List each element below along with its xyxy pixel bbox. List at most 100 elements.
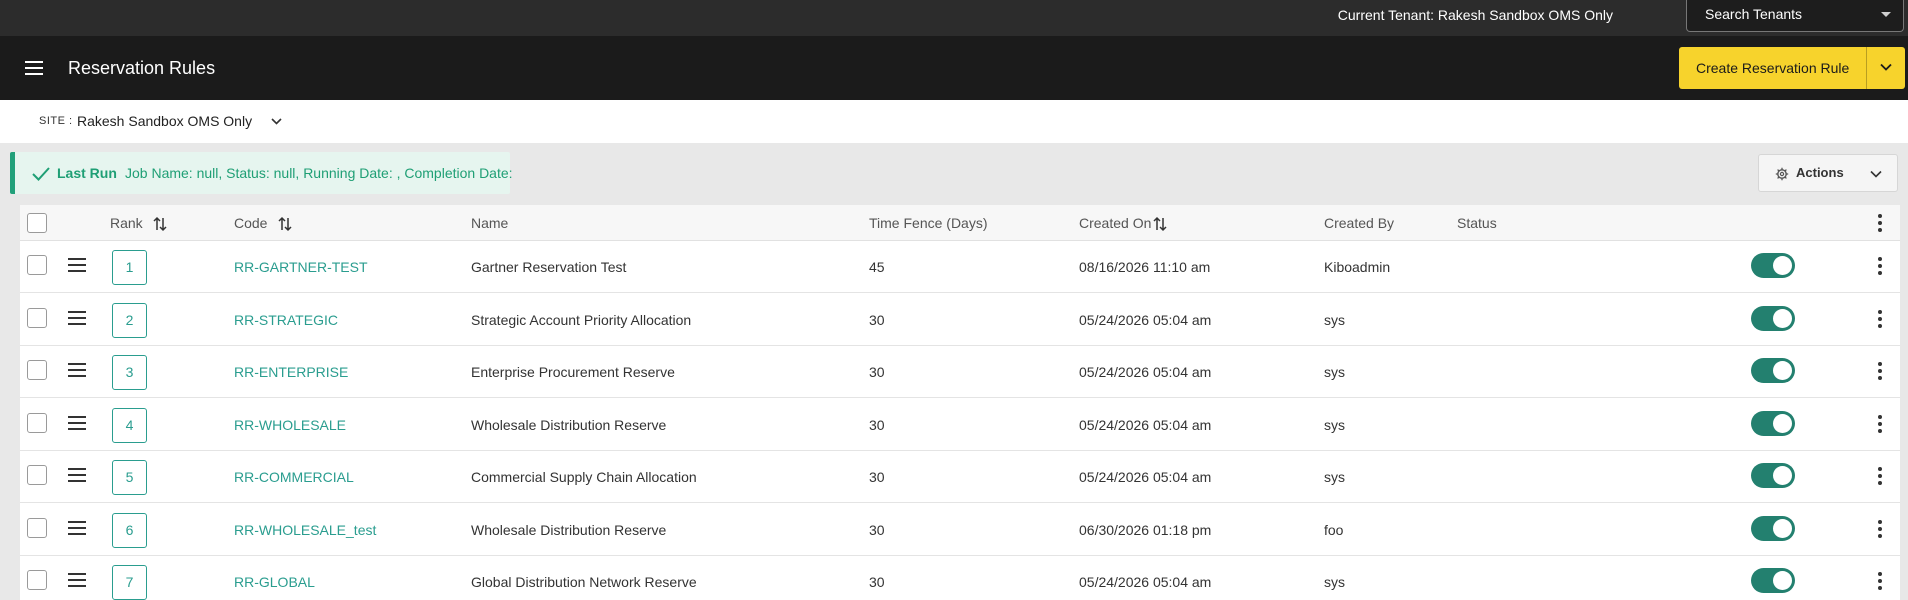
row-menu-icon[interactable] — [1878, 309, 1882, 328]
create-reservation-rule-button[interactable]: Create Reservation Rule — [1679, 47, 1905, 89]
rank-input[interactable]: 1 — [112, 250, 147, 285]
table-row: 2 RR-STRATEGIC Strategic Account Priority … — [20, 293, 1900, 346]
status-toggle[interactable] — [1751, 253, 1795, 278]
column-header-rank[interactable]: Rank — [110, 205, 143, 241]
row-menu-icon[interactable] — [1878, 257, 1882, 275]
status-toggle[interactable] — [1751, 463, 1795, 488]
caret-down-icon — [1881, 12, 1891, 17]
rule-name: Strategic Account Priority Allocation — [471, 311, 692, 328]
button-divider — [1866, 47, 1867, 89]
tenant-bar: Current Tenant: Rakesh Sandbox OMS Only … — [0, 0, 1908, 36]
rule-name: Gartner Reservation Test — [471, 259, 627, 275]
row-checkbox[interactable] — [27, 570, 47, 590]
created-on-value: 06/30/2026 01:18 pm — [1079, 521, 1212, 538]
drag-handle-icon[interactable] — [68, 363, 86, 377]
row-checkbox[interactable] — [27, 360, 47, 380]
chevron-down-icon — [1870, 170, 1882, 178]
actions-label: Actions — [1796, 165, 1844, 180]
row-menu-icon[interactable] — [1878, 362, 1882, 380]
row-checkbox[interactable] — [27, 465, 47, 485]
chevron-down-icon[interactable] — [270, 115, 283, 128]
created-on-value: 05/24/2026 05:04 am — [1079, 469, 1212, 485]
chevron-down-icon[interactable] — [1879, 60, 1893, 74]
created-on-value: 05/24/2026 05:04 am — [1079, 364, 1212, 380]
sort-icon[interactable] — [153, 216, 167, 232]
toggle-knob — [1773, 518, 1792, 538]
rule-code-link[interactable]: RR-WHOLESALE_test — [234, 504, 376, 556]
menu-icon[interactable] — [25, 61, 43, 75]
rule-code-link[interactable]: RR-ENTERPRISE — [234, 346, 348, 398]
row-menu-icon[interactable] — [1878, 519, 1882, 538]
page-header: Reservation Rules Create Reservation Rul… — [0, 36, 1908, 100]
sort-icon[interactable] — [278, 216, 292, 232]
drag-handle-icon[interactable] — [68, 573, 86, 587]
table-row: 1 RR-GARTNER-TEST Gartner Reservation Test… — [20, 241, 1900, 293]
status-toggle[interactable] — [1751, 515, 1795, 541]
status-toggle[interactable] — [1751, 568, 1795, 593]
check-icon — [32, 167, 50, 181]
drag-handle-icon[interactable] — [68, 520, 86, 535]
toggle-knob — [1773, 571, 1792, 590]
rule-code-link[interactable]: RR-COMMERCIAL — [234, 451, 354, 503]
site-select-value[interactable]: Rakesh Sandbox OMS Only — [77, 100, 252, 143]
actions-button[interactable]: Actions — [1758, 154, 1898, 192]
drag-handle-icon[interactable] — [68, 468, 86, 482]
search-tenants-dropdown[interactable]: Search Tenants — [1686, 0, 1904, 32]
row-checkbox[interactable] — [27, 412, 47, 433]
row-menu-icon[interactable] — [1878, 572, 1882, 590]
created-by-value: sys — [1324, 574, 1345, 590]
table-row: 3 RR-ENTERPRISE Enterprise Procurement Res… — [20, 346, 1900, 398]
column-header-created-on[interactable]: Created On — [1079, 205, 1151, 241]
rank-input[interactable]: 6 — [112, 512, 147, 548]
create-button-label: Create Reservation Rule — [1696, 60, 1850, 76]
column-header-name: Name — [471, 215, 509, 231]
rule-name: Wholesale Distribution Reserve — [471, 416, 667, 433]
drag-handle-icon[interactable] — [68, 258, 86, 272]
time-fence-value: 45 — [869, 259, 885, 275]
drag-handle-icon[interactable] — [68, 415, 86, 430]
toggle-knob — [1773, 308, 1792, 328]
rule-name: Global Distribution Network Reserve — [471, 574, 697, 590]
toggle-knob — [1773, 256, 1792, 275]
toggle-knob — [1773, 466, 1792, 485]
column-options-icon[interactable] — [1878, 214, 1882, 232]
rank-input[interactable]: 5 — [112, 460, 147, 495]
last-run-banner: Last Run Job Name: null, Status: null, R… — [10, 152, 513, 194]
row-checkbox[interactable] — [27, 517, 47, 538]
rule-name: Commercial Supply Chain Allocation — [471, 469, 697, 485]
rule-code-link[interactable]: RR-STRATEGIC — [234, 294, 338, 346]
created-on-value: 08/16/2026 11:10 am — [1079, 259, 1211, 275]
table-row: 7 RR-GLOBAL Global Distribution Network Re… — [20, 556, 1900, 600]
row-menu-icon[interactable] — [1878, 414, 1882, 433]
rule-name: Enterprise Procurement Reserve — [471, 364, 675, 380]
rank-input[interactable]: 3 — [112, 355, 147, 390]
reservation-rules-table: Rank Code Name Time Fence (Days) Created… — [20, 205, 1900, 600]
created-on-value: 05/24/2026 05:04 am — [1079, 574, 1212, 590]
row-checkbox[interactable] — [27, 255, 47, 275]
row-menu-icon[interactable] — [1878, 467, 1882, 485]
created-on-value: 05/24/2026 05:04 am — [1079, 416, 1212, 433]
rank-input[interactable]: 2 — [112, 302, 147, 338]
rank-input[interactable]: 4 — [112, 407, 147, 443]
status-toggle[interactable] — [1751, 305, 1795, 331]
column-header-code[interactable]: Code — [234, 205, 267, 241]
drag-handle-icon[interactable] — [68, 310, 86, 325]
created-on-value: 05/24/2026 05:04 am — [1079, 311, 1212, 328]
table-header: Rank Code Name Time Fence (Days) Created… — [20, 205, 1900, 241]
column-header-time-fence: Time Fence (Days) — [869, 215, 988, 231]
status-toggle[interactable] — [1751, 410, 1795, 436]
site-selector-row: SITE : Rakesh Sandbox OMS Only — [0, 100, 1908, 143]
rule-code-link[interactable]: RR-GARTNER-TEST — [234, 241, 368, 293]
row-checkbox[interactable] — [27, 307, 47, 328]
rule-code-link[interactable]: RR-WHOLESALE — [234, 399, 346, 451]
time-fence-value: 30 — [869, 364, 885, 380]
time-fence-value: 30 — [869, 416, 885, 433]
rank-input[interactable]: 7 — [112, 565, 147, 600]
table-row: 6 RR-WHOLESALE_test Wholesale Distribution… — [20, 503, 1900, 556]
select-all-checkbox[interactable] — [27, 213, 47, 233]
time-fence-value: 30 — [869, 521, 885, 538]
rule-code-link[interactable]: RR-GLOBAL — [234, 556, 315, 600]
time-fence-value: 30 — [869, 311, 885, 328]
status-toggle[interactable] — [1751, 358, 1795, 383]
sort-icon[interactable] — [1153, 216, 1167, 232]
